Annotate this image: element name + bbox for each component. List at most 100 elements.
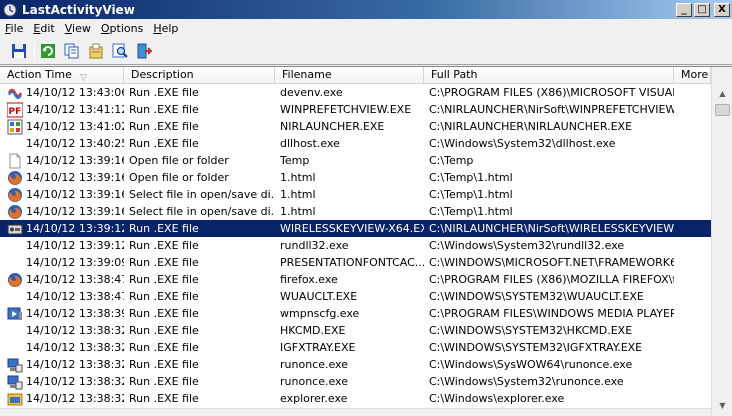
cell-more-info: [674, 203, 711, 220]
column-header-action-time[interactable]: Action Time ▽: [0, 67, 124, 84]
cell-filename: 1.html: [280, 171, 316, 184]
table-row[interactable]: 14/10/12 13:39:16 Select file in open/sav…: [0, 186, 711, 203]
column-header-full-path[interactable]: Full Path: [424, 67, 674, 84]
wireless-icon: [7, 221, 23, 237]
cell-more-info: [674, 288, 711, 305]
table-row[interactable]: 14/10/12 13:38:32 Run .EXE file runonce.ex…: [0, 373, 711, 390]
cell-description: Run .EXE file: [129, 341, 199, 354]
table-row[interactable]: 14/10/12 13:38:32 Run .EXE file HKCMD.EXE C…: [0, 322, 711, 339]
table-row[interactable]: 14/10/12 13:39:09 Run .EXE file PRESENTATI…: [0, 254, 711, 271]
menu-options-accel: O: [100, 21, 110, 35]
menu-help-accel: H: [153, 21, 162, 35]
table-row[interactable]: 14/10/12 13:38:32 Run .EXE file explorer.e…: [0, 390, 711, 407]
toolbar-separator: [34, 41, 35, 60]
table-row[interactable]: 14/10/12 13:41:02 Run .EXE file NIRLAUNCHE…: [0, 118, 711, 135]
cell-full-path: C:\PROGRAM FILES (X86)\MOZILLA FIREFOX\f…: [429, 273, 674, 286]
save-icon[interactable]: [10, 42, 28, 60]
menu-options-label: ptions: [109, 21, 144, 35]
cell-action-time: 14/10/12 13:38:32: [0, 373, 124, 390]
table-row[interactable]: 14/10/12 13:39:16 Open file or folder 1.ht…: [0, 169, 711, 186]
scroll-up-icon[interactable]: ▲: [714, 85, 731, 102]
menu-options[interactable]: Options: [96, 22, 148, 35]
cell-full-path: C:\WINDOWS\SYSTEM32\HKCMD.EXE: [429, 324, 633, 337]
cell-filename: runonce.exe: [280, 358, 348, 371]
table-row[interactable]: 14/10/12 13:39:16 Open file or folder Temp…: [0, 152, 711, 169]
cell-description: Run .EXE file: [129, 290, 199, 303]
cell-action-time: 14/10/12 13:39:12: [0, 237, 124, 254]
table-row[interactable]: PF 14/10/12 13:41:12 Run .EXE file WINPREFE…: [0, 101, 711, 118]
cell-filename: WUAUCLT.EXE: [280, 290, 358, 303]
copy-icon[interactable]: [63, 42, 81, 60]
table-row[interactable]: 14/10/12 13:43:06 Run .EXE file devenv.exe…: [0, 84, 711, 101]
cell-full-path: C:\NIRLAUNCHER\NIRLAUNCHER.EXE: [429, 120, 633, 133]
column-header-more-info[interactable]: More I: [674, 67, 711, 84]
title-bar: LastActivityView _ □ X: [0, 0, 732, 19]
cell-full-path: C:\Temp: [429, 154, 474, 167]
menu-help[interactable]: Help: [148, 22, 183, 35]
column-header-filename[interactable]: Filename: [275, 67, 424, 84]
table-row[interactable]: 14/10/12 13:38:32 Run .EXE file runonce.ex…: [0, 356, 711, 373]
blank-icon: [7, 323, 23, 339]
action-time-text: 14/10/12 13:38:32: [26, 341, 124, 354]
cell-description: Run .EXE file: [129, 256, 199, 269]
action-time-text: 14/10/12 13:38:47: [26, 290, 124, 303]
cell-description: Run .EXE file: [129, 392, 199, 405]
action-time-text: 14/10/12 13:38:39: [26, 307, 124, 320]
cell-more-info: [674, 84, 711, 101]
find-icon[interactable]: [111, 42, 129, 60]
menu-file[interactable]: File: [0, 22, 28, 35]
table-row[interactable]: 14/10/12 13:39:12 Run .EXE file WIRELESSKE…: [0, 220, 711, 237]
cell-more-info: [674, 390, 711, 407]
cell-full-path: C:\Windows\System32\runonce.exe: [429, 375, 624, 388]
activity-list[interactable]: Action Time ▽ Description Filename Full …: [0, 66, 732, 416]
cell-more-info: [674, 118, 711, 135]
cell-filename: WINPREFETCHVIEW.EXE: [280, 103, 412, 116]
cell-action-time: 14/10/12 13:43:06: [0, 84, 124, 101]
action-time-text: 14/10/12 13:38:32: [26, 392, 124, 405]
menu-edit[interactable]: Edit: [28, 22, 59, 35]
cell-full-path: C:\Windows\SysWOW64\runonce.exe: [429, 358, 633, 371]
cell-action-time: PF 14/10/12 13:41:12: [0, 101, 124, 118]
table-row[interactable]: 14/10/12 13:39:16 Select file in open/sav…: [0, 203, 711, 220]
vertical-scrollbar[interactable]: ▲ ▼: [711, 67, 732, 416]
cell-filename: firefox.exe: [280, 273, 338, 286]
properties-icon[interactable]: [87, 42, 105, 60]
minimize-button[interactable]: _: [676, 2, 692, 17]
table-row[interactable]: 14/10/12 13:38:32 Run .EXE file IGFXTRAY.E…: [0, 339, 711, 356]
cell-more-info: [674, 271, 711, 288]
blank-icon: [7, 289, 23, 305]
table-row[interactable]: 14/10/12 13:38:39 Run .EXE file wmpnscfg.e…: [0, 305, 711, 322]
action-time-text: 14/10/12 13:38:32: [26, 358, 124, 371]
cell-description: Open file or folder: [129, 171, 229, 184]
exit-icon[interactable]: [135, 42, 153, 60]
maximize-button[interactable]: □: [694, 2, 710, 17]
column-header-label: Description: [131, 68, 194, 81]
table-row[interactable]: 14/10/12 13:38:47 Run .EXE file WUAUCLT.EX…: [0, 288, 711, 305]
action-time-text: 14/10/12 13:38:47: [26, 273, 124, 286]
column-header-description[interactable]: Description: [124, 67, 275, 84]
refresh-icon[interactable]: [39, 42, 57, 60]
table-row[interactable]: 14/10/12 13:39:12 Run .EXE file rundll32.e…: [0, 237, 711, 254]
close-button[interactable]: X: [714, 2, 730, 17]
action-time-text: 14/10/12 13:41:02: [26, 120, 124, 133]
menu-view[interactable]: View: [60, 22, 96, 35]
cell-filename: IGFXTRAY.EXE: [280, 341, 356, 354]
cell-filename: explorer.exe: [280, 392, 348, 405]
cell-filename: 1.html: [280, 188, 316, 201]
action-time-text: 14/10/12 13:39:16: [26, 205, 124, 218]
scroll-down-icon[interactable]: ▼: [714, 397, 731, 414]
cell-full-path: C:\Temp\1.html: [429, 205, 513, 218]
cell-description: Run .EXE file: [129, 120, 199, 133]
cell-full-path: C:\Windows\System32\rundll32.exe: [429, 239, 625, 252]
table-row[interactable]: 14/10/12 13:40:25 Run .EXE file dllhost.ex…: [0, 135, 711, 152]
cell-full-path: C:\Windows\System32\dllhost.exe: [429, 137, 616, 150]
cell-filename: WIRELESSKEYVIEW-X64.EXE: [280, 222, 424, 235]
cell-filename: NIRLAUNCHER.EXE: [280, 120, 385, 133]
cell-filename: devenv.exe: [280, 86, 343, 99]
cell-more-info: [674, 220, 711, 237]
cell-action-time: 14/10/12 13:39:12: [0, 220, 124, 237]
table-row[interactable]: 14/10/12 13:38:47 Run .EXE file firefox.ex…: [0, 271, 711, 288]
cell-filename: dllhost.exe: [280, 137, 340, 150]
scrollbar-thumb[interactable]: [715, 104, 730, 116]
cell-full-path: C:\WINDOWS\SYSTEM32\WUAUCLT.EXE: [429, 290, 644, 303]
